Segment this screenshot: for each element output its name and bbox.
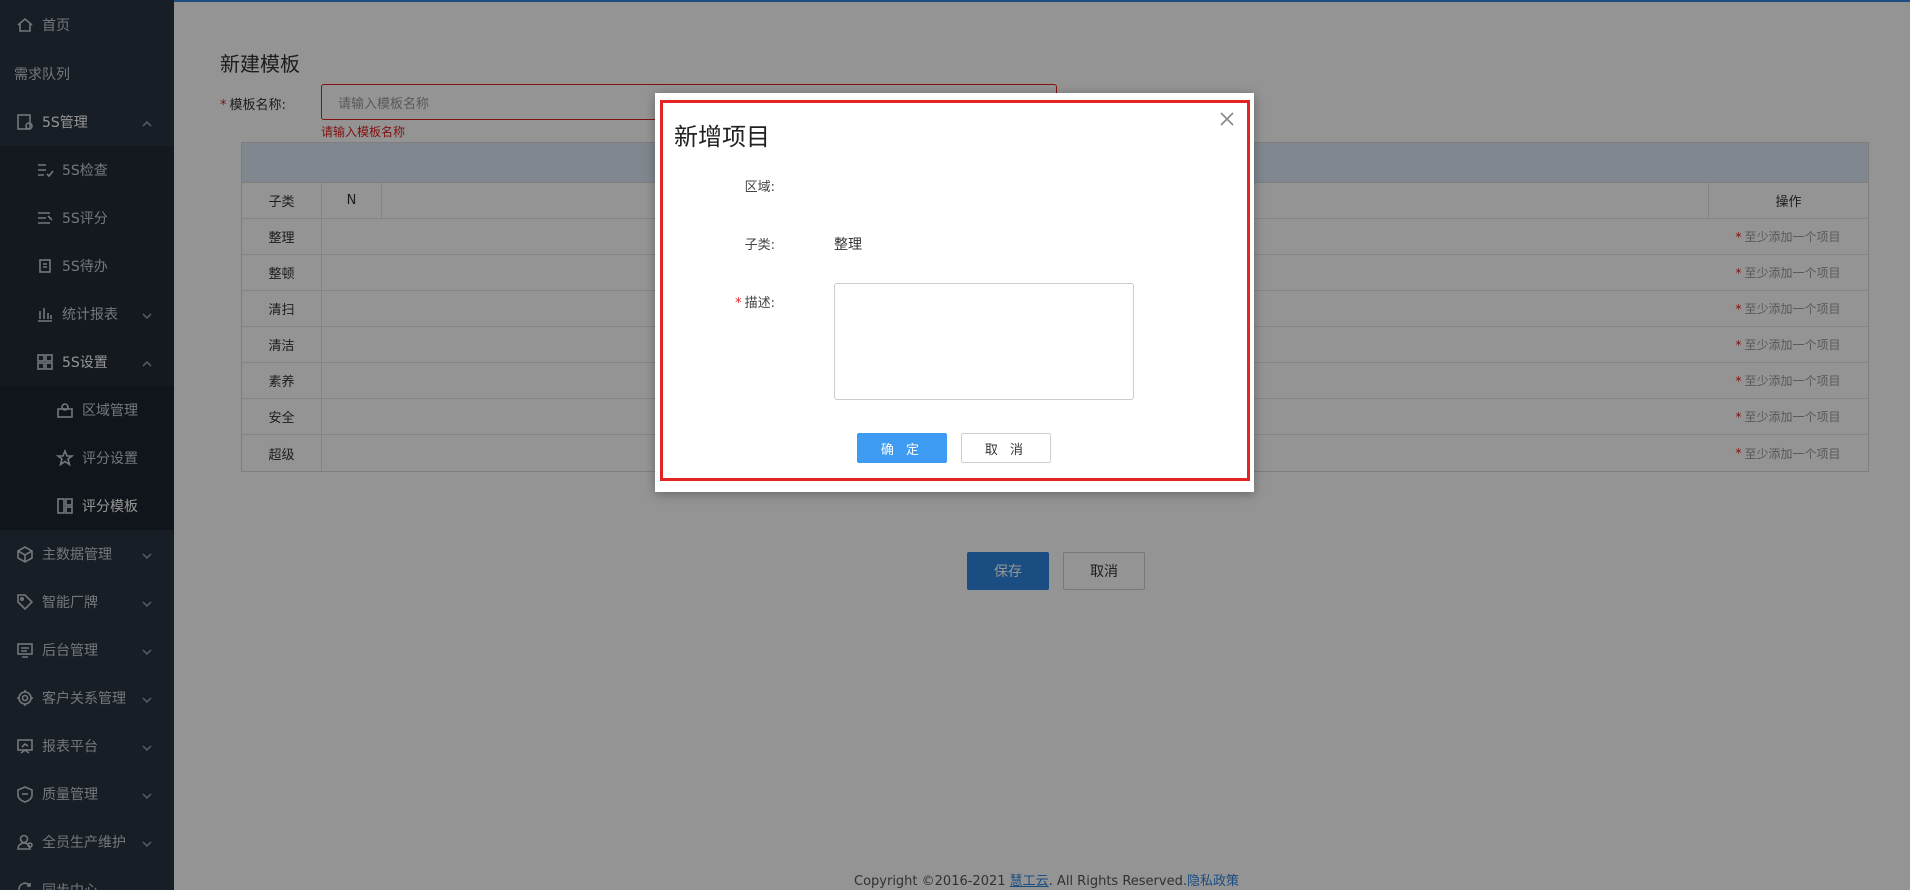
dialog-title: 新增项目	[674, 123, 770, 151]
sub-value: 整理	[834, 237, 862, 253]
close-icon[interactable]	[1220, 111, 1236, 127]
area-label: 区域:	[744, 180, 775, 195]
dialog-cancel-button[interactable]: 取 消	[961, 433, 1051, 463]
confirm-button[interactable]: 确 定	[857, 433, 947, 463]
description-textarea[interactable]	[834, 283, 1134, 400]
description-label: * 描述:	[735, 296, 775, 311]
sub-label: 子类:	[744, 238, 775, 253]
add-item-dialog: 新增项目 区域: 子类: 整理 * 描述: 确 定 取 消	[655, 93, 1254, 492]
